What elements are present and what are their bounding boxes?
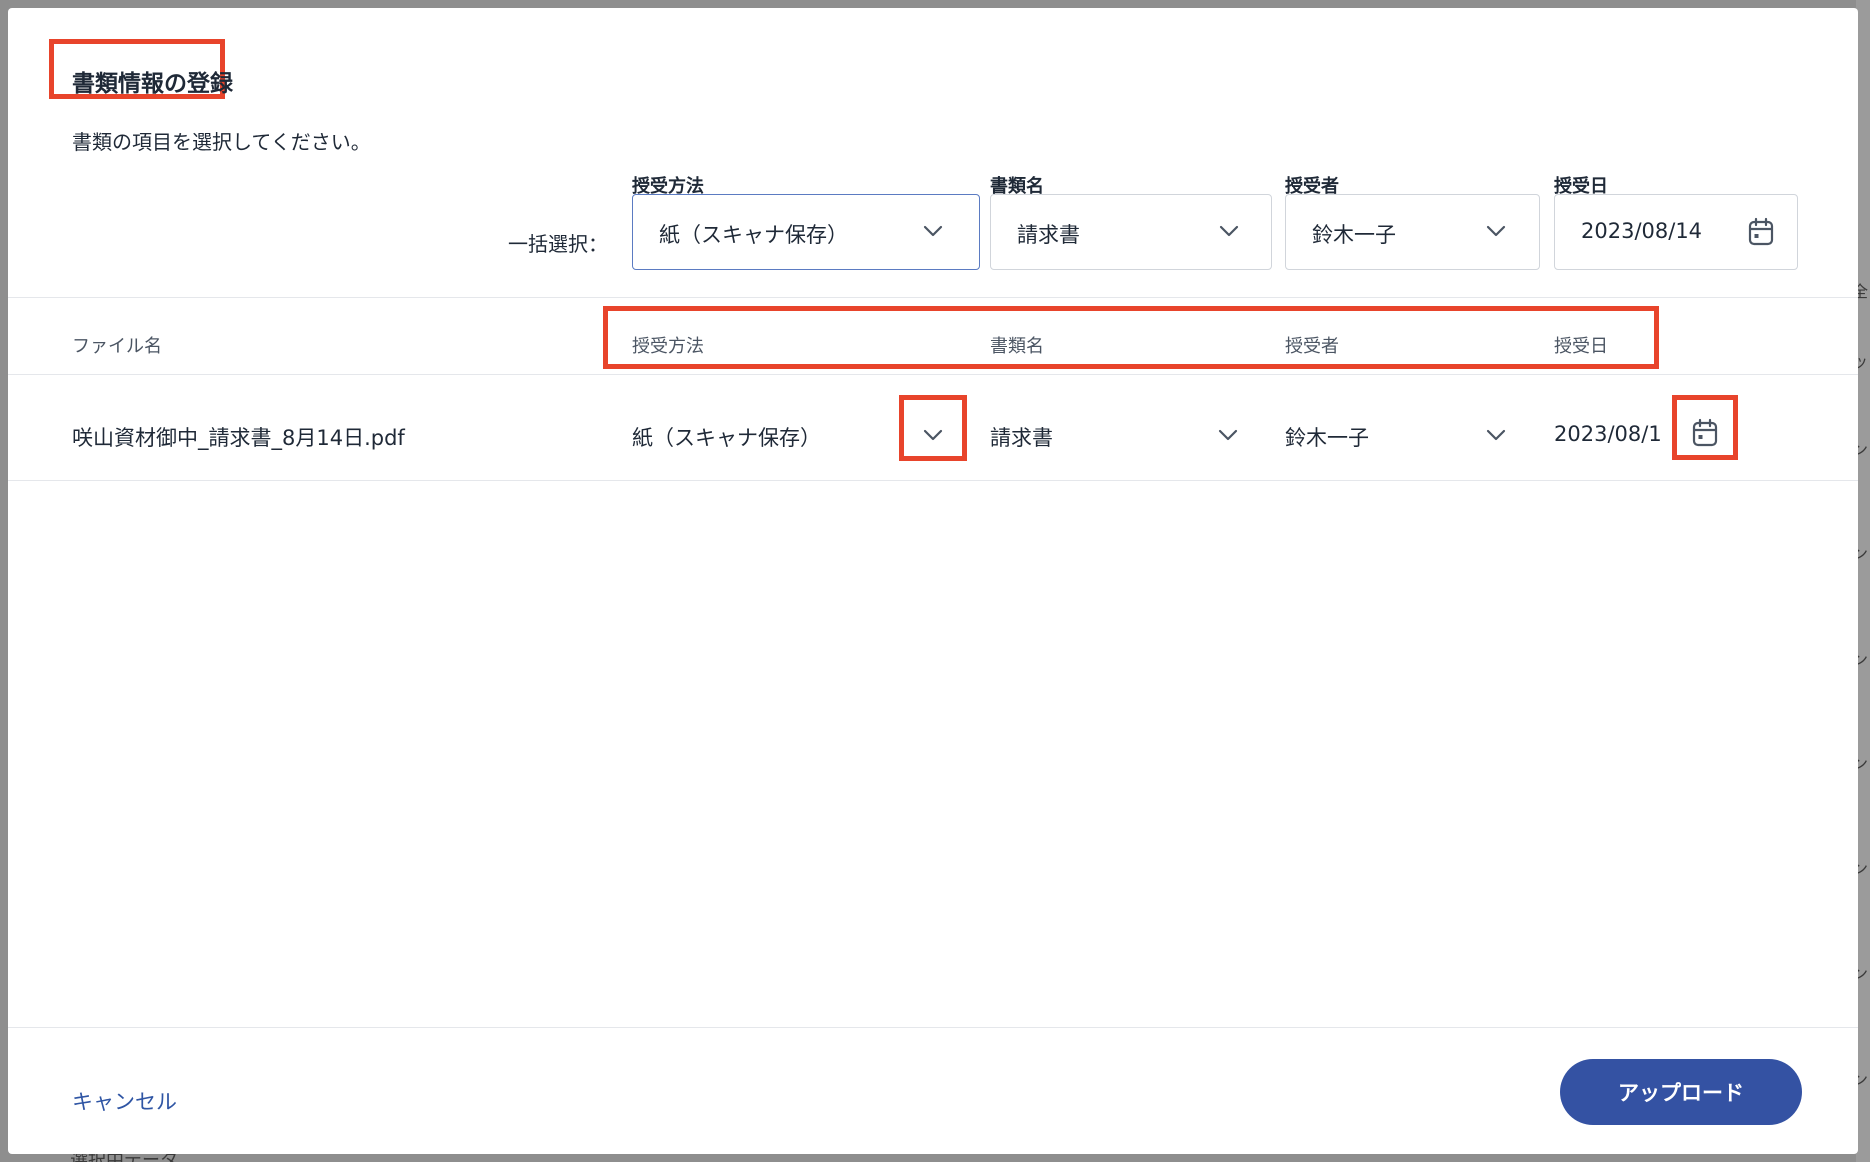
modal-subtitle: 書類の項目を選択してください。 — [72, 130, 371, 154]
chevron-down-icon — [923, 225, 943, 237]
column-header-recipient: 授受者 — [1285, 336, 1339, 357]
calendar-icon[interactable] — [1747, 217, 1775, 247]
divider — [8, 297, 1858, 298]
bulk-docname-select[interactable]: 請求書 — [990, 194, 1272, 270]
row-method-value[interactable]: 紙（スキャナ保存） — [632, 422, 821, 452]
bulk-docname-value: 請求書 — [1017, 223, 1080, 247]
calendar-icon[interactable] — [1691, 418, 1719, 448]
cancel-button[interactable]: キャンセル — [72, 1086, 177, 1116]
column-header-method: 授受方法 — [632, 336, 704, 357]
divider — [8, 374, 1858, 375]
bulk-select-label: 一括選択： — [508, 232, 608, 256]
divider — [8, 480, 1858, 481]
footer-divider — [8, 1027, 1858, 1028]
bulk-method-select[interactable]: 紙（スキャナ保存） — [632, 194, 980, 270]
highlight-box — [603, 306, 1659, 369]
chevron-down-icon — [1486, 225, 1506, 237]
row-date-value[interactable]: 2023/08/1 — [1554, 422, 1662, 446]
column-header-date: 授受日 — [1554, 336, 1608, 357]
chevron-down-icon[interactable] — [1214, 421, 1242, 449]
upload-button[interactable]: アップロード — [1560, 1059, 1802, 1125]
chevron-down-icon — [1219, 225, 1239, 237]
bulk-recipient-value: 鈴木一子 — [1312, 223, 1396, 247]
bulk-method-value: 紙（スキャナ保存） — [659, 223, 848, 247]
chevron-down-icon[interactable] — [1482, 421, 1510, 449]
column-header-docname: 書類名 — [990, 336, 1044, 357]
bulk-date-picker[interactable]: 2023/08/14 — [1554, 194, 1798, 270]
backdrop-edge: (全 ッ ン ン ン ン ン ン ン — [1846, 0, 1870, 1162]
row-docname-value[interactable]: 請求書 — [990, 422, 1053, 452]
row-recipient-value[interactable]: 鈴木一子 — [1285, 422, 1369, 452]
chevron-down-icon[interactable] — [919, 421, 947, 449]
row-filename: 咲山資材御中_請求書_8月14日.pdf — [72, 426, 405, 450]
bulk-recipient-select[interactable]: 鈴木一子 — [1285, 194, 1540, 270]
document-registration-modal: 書類情報の登録 書類の項目を選択してください。 一括選択： 授受方法 紙（スキャ… — [8, 8, 1858, 1154]
modal-title: 書類情報の登録 — [72, 71, 233, 97]
column-header-filename: ファイル名 — [72, 336, 162, 357]
bulk-date-value: 2023/08/14 — [1581, 219, 1703, 243]
